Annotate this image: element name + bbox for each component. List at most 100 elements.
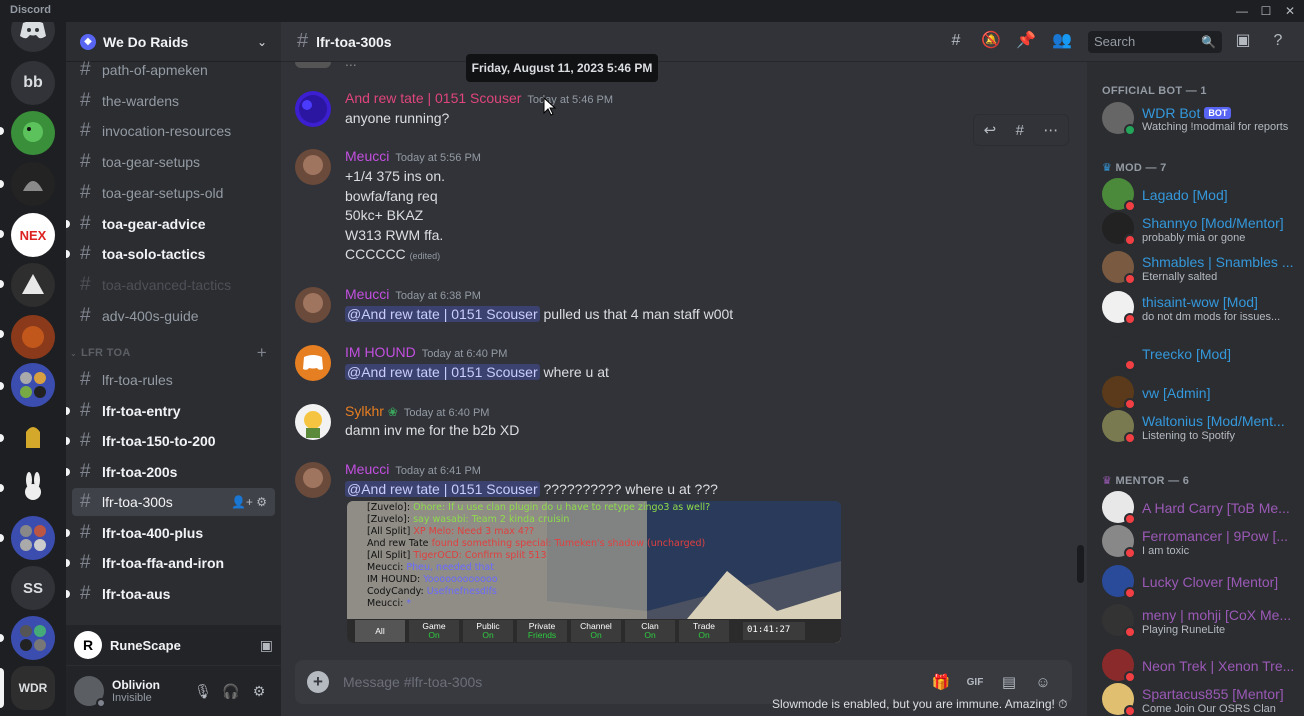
avatar[interactable] <box>295 91 331 127</box>
sticker-icon[interactable]: ▤ <box>992 673 1026 691</box>
create-channel-icon[interactable]: + <box>257 343 267 363</box>
server-spartan-icon[interactable] <box>11 415 55 459</box>
close-icon[interactable]: ✕ <box>1280 2 1300 20</box>
pinned-messages-icon[interactable]: 📌 <box>1015 30 1037 52</box>
server-dino-icon[interactable] <box>11 111 55 155</box>
avatar[interactable] <box>295 345 331 381</box>
microphone-icon[interactable]: 🎙 <box>189 683 217 700</box>
screen-share-icon[interactable]: ▣ <box>260 637 273 654</box>
server-folder-2-icon[interactable] <box>11 516 55 560</box>
author-name[interactable]: Sylkhr <box>345 403 384 419</box>
direct-messages-icon[interactable] <box>11 22 55 52</box>
author-name[interactable]: IM HOUND <box>345 344 416 360</box>
member-row[interactable]: Lucky Clover [Mentor] <box>1100 563 1300 599</box>
channel-lfr-toa-400-plus[interactable]: # lfr-toa-400-plus <box>72 519 275 547</box>
author-name[interactable]: Meucci <box>345 148 389 164</box>
member-row[interactable]: Shannyo [Mod/Mentor] probably mia or gone <box>1100 210 1300 246</box>
channel-lfr-toa-rules[interactable]: # lfr-toa-rules <box>72 366 275 394</box>
avatar[interactable] <box>74 676 106 708</box>
message-timestamp[interactable]: Today at 6:40 PM <box>422 348 508 360</box>
help-icon[interactable]: ? <box>1267 30 1289 52</box>
member-row[interactable]: meny | mohji [CoX Me... Playing RuneLite <box>1100 602 1300 638</box>
channel-lfr-toa-aus[interactable]: # lfr-toa-aus <box>72 580 275 608</box>
category-lfr-toa[interactable]: ⌄ LFR TOA + <box>66 343 281 363</box>
search-input[interactable]: Search 🔍 <box>1088 31 1222 53</box>
channel-lfr-toa-200s[interactable]: # lfr-toa-200s <box>72 458 275 486</box>
author-name[interactable]: Meucci <box>345 461 389 477</box>
server-wolf-icon[interactable] <box>11 263 55 307</box>
member-row[interactable]: A Hard Carry [ToB Me... <box>1100 489 1300 525</box>
message-timestamp[interactable]: Today at 5:56 PM <box>395 152 481 164</box>
member-row[interactable]: vw [Admin] <box>1100 374 1300 410</box>
chevron-down-icon[interactable]: ⌄ <box>257 35 267 49</box>
author-name[interactable]: And rew tate | 0151 Scouser <box>345 90 521 106</box>
server-demon-icon[interactable] <box>11 315 55 359</box>
channel-lfr-toa-300s[interactable]: # lfr-toa-300s 👤+ ⚙ <box>72 488 275 516</box>
channel-toa-solo-tactics[interactable]: # toa-solo-tactics <box>72 240 275 268</box>
server-helmet-icon[interactable] <box>11 162 55 206</box>
message-author[interactable]: And rew tate | 0151 Scouser Today at 5:46… <box>345 90 613 106</box>
member-list-icon[interactable]: 👥 <box>1051 30 1073 52</box>
server-folder-3-icon[interactable] <box>11 616 55 660</box>
member-row[interactable]: Treecko [Mod] <box>1100 335 1300 371</box>
avatar[interactable] <box>295 462 331 498</box>
avatar[interactable] <box>295 404 331 440</box>
message-timestamp[interactable]: Today at 6:38 PM <box>395 290 481 302</box>
member-row[interactable]: Waltonius [Mod/Ment... Listening to Spoti… <box>1100 408 1300 444</box>
channel-the-wardens[interactable]: # the-wardens <box>72 87 275 115</box>
channel-toa-advanced-tactics[interactable]: # toa-advanced-tactics <box>72 271 275 299</box>
member-row[interactable]: Lagado [Mod] <box>1100 176 1300 212</box>
channel-path-of-apmeken[interactable]: # path-of-apmeken <box>72 56 275 84</box>
threads-icon[interactable]: # <box>945 30 967 52</box>
minimize-icon[interactable]: — <box>1232 2 1252 20</box>
avatar[interactable] <box>295 149 331 185</box>
user-mention[interactable]: @And rew tate | 0151 Scouser <box>345 306 540 322</box>
member-row[interactable]: Neon Trek | Xenon Tre... <box>1100 647 1300 683</box>
server-nex-icon[interactable]: NEX <box>11 213 55 257</box>
gif-icon[interactable]: GIF <box>958 677 992 688</box>
channel-adv-400s-guide[interactable]: # adv-400s-guide <box>72 302 275 330</box>
gift-icon[interactable]: 🎁 <box>924 673 958 691</box>
member-row[interactable]: WDR Bot BOT Watching !modmail for reports <box>1100 100 1300 136</box>
channel-toa-gear-advice[interactable]: # toa-gear-advice <box>72 210 275 238</box>
message-author[interactable]: Sylkhr ❀ Today at 6:40 PM <box>345 403 489 419</box>
channel-lfr-toa-ffa-and-iron[interactable]: # lfr-toa-ffa-and-iron <box>72 549 275 577</box>
settings-gear-icon[interactable]: ⚙ <box>245 683 273 700</box>
attached-image[interactable]: [Zuvelo]: Ohore: If u use clan plugin do… <box>347 501 841 643</box>
channel-lfr-toa-entry[interactable]: # lfr-toa-entry <box>72 397 275 425</box>
avatar[interactable] <box>295 287 331 323</box>
message-author[interactable]: Meucci Today at 6:41 PM <box>345 461 481 477</box>
scrollbar[interactable] <box>1077 545 1084 583</box>
author-name[interactable]: Meucci <box>345 286 389 302</box>
inbox-icon[interactable]: ▣ <box>1232 30 1254 52</box>
server-wdr-icon[interactable]: WDR <box>11 666 55 710</box>
member-row[interactable]: Spartacus855 [Mentor] Come Join Our OSRS … <box>1100 681 1300 716</box>
reply-icon[interactable]: ↩ <box>984 121 997 139</box>
message-author[interactable]: Meucci Today at 6:38 PM <box>345 286 481 302</box>
server-bb-icon[interactable]: bb <box>11 61 55 105</box>
server-bunny-icon[interactable] <box>11 465 55 509</box>
message-timestamp[interactable]: Today at 5:46 PM <box>527 94 613 106</box>
message-author[interactable]: IM HOUND Today at 6:40 PM <box>345 344 507 360</box>
channel-lfr-toa-150-to-200[interactable]: # lfr-toa-150-to-200 <box>72 427 275 455</box>
user-mention[interactable]: @And rew tate | 0151 Scouser <box>345 481 540 497</box>
message-input[interactable]: Message #lfr-toa-300s <box>343 674 924 690</box>
channel-toa-gear-setups-old[interactable]: # toa-gear-setups-old <box>72 179 275 207</box>
more-options-icon[interactable]: ⋯ <box>1043 121 1058 139</box>
notification-mute-icon[interactable]: 🔕 <box>980 30 1002 52</box>
channel-settings-icon[interactable]: ⚙ <box>256 495 267 509</box>
headphones-icon[interactable]: 🎧 <box>217 683 245 700</box>
message-author[interactable]: Meucci Today at 5:56 PM <box>345 148 481 164</box>
message-timestamp[interactable]: Today at 6:41 PM <box>395 465 481 477</box>
server-ss-icon[interactable]: SS <box>11 566 55 610</box>
server-folder-icon[interactable] <box>11 363 55 407</box>
member-row[interactable]: Shmables | Snambles ... Eternally salted <box>1100 249 1300 285</box>
invite-icon[interactable]: 👤+ <box>231 495 253 509</box>
emoji-icon[interactable]: ☺ <box>1026 674 1060 691</box>
user-info[interactable]: Oblivion Invisible <box>112 678 189 704</box>
member-row[interactable]: Ferromancer | 9Pow [... I am toxic <box>1100 523 1300 559</box>
member-row[interactable]: thisaint-wow [Mod] do not dm mods for iss… <box>1100 289 1300 325</box>
message-timestamp[interactable]: Today at 6:40 PM <box>404 407 490 419</box>
maximize-icon[interactable]: ☐ <box>1256 2 1276 20</box>
add-attachment-icon[interactable]: + <box>307 671 329 693</box>
